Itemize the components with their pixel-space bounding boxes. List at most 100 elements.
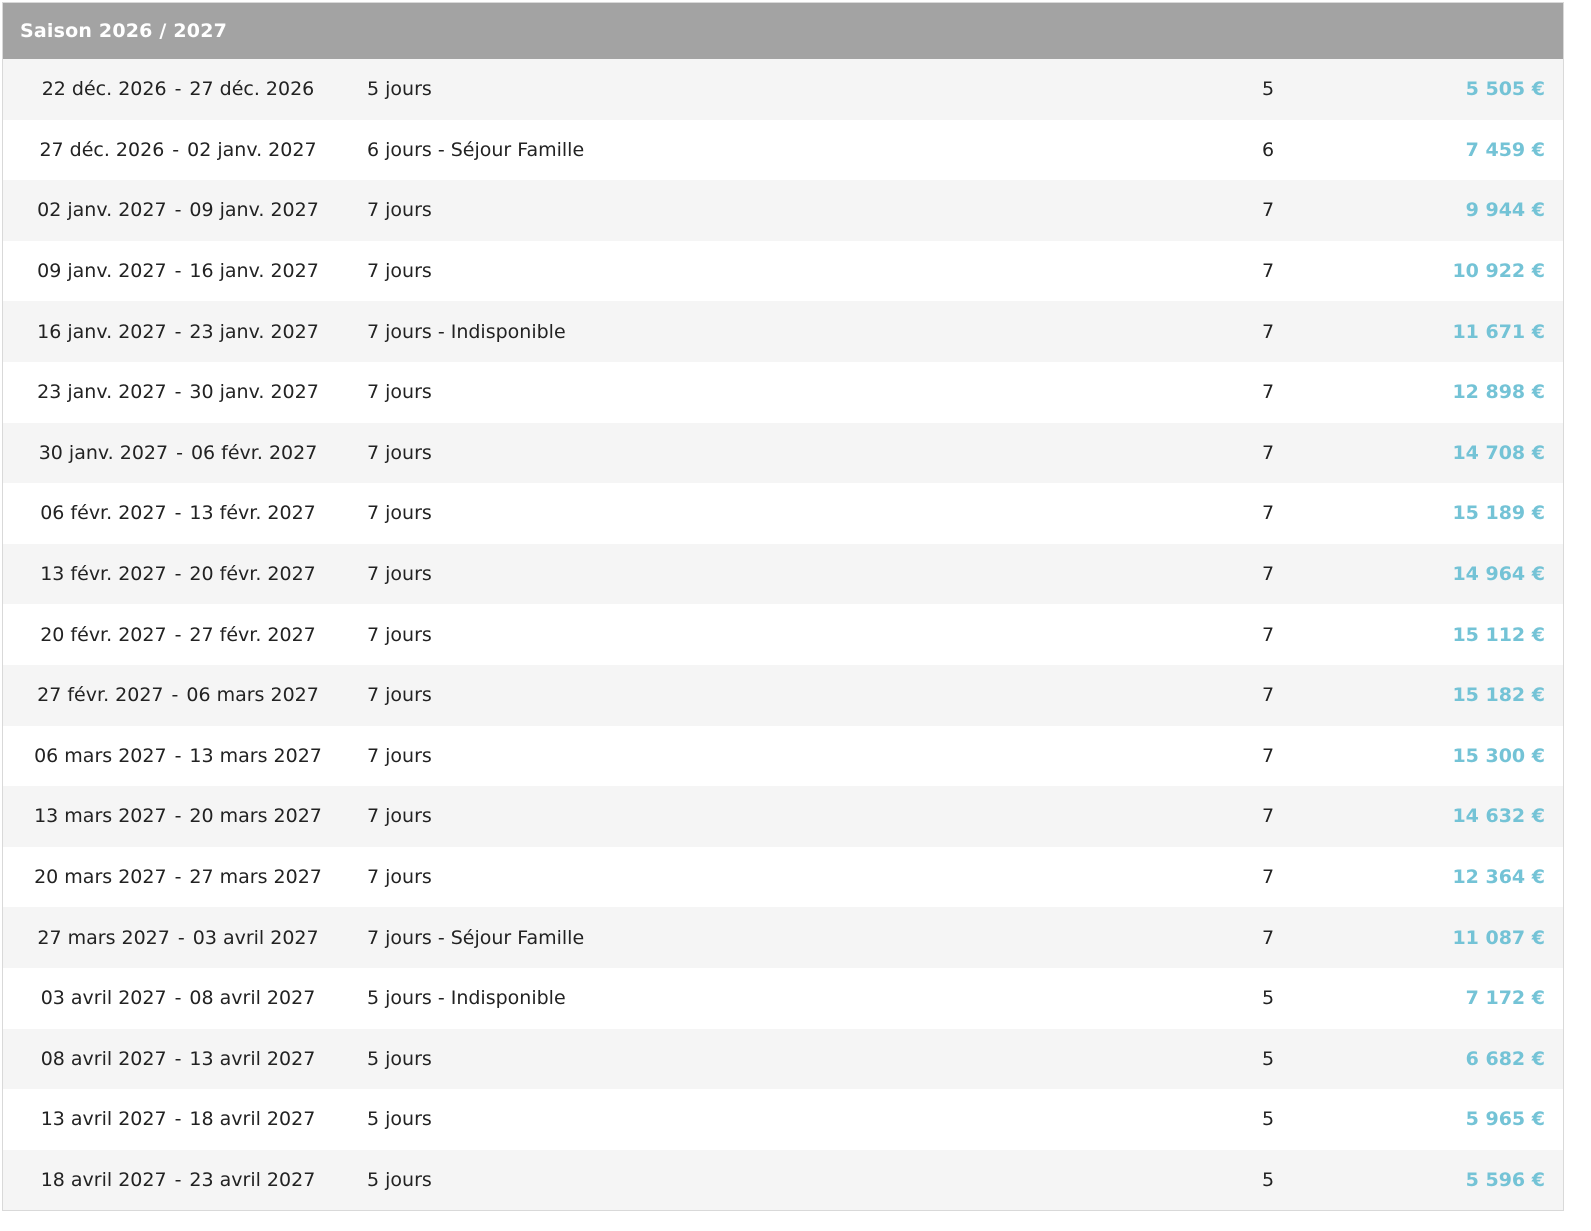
end-date: 06 févr. 2027 bbox=[190, 441, 318, 464]
date-range: 27 févr. 2027-06 mars 2027 bbox=[3, 684, 353, 706]
date-separator: - bbox=[174, 623, 182, 646]
nights-count: 5 bbox=[1261, 78, 1275, 101]
end-date: 13 févr. 2027 bbox=[189, 502, 316, 525]
end-date: 18 avril 2027 bbox=[189, 1108, 316, 1131]
price-row[interactable]: 16 janv. 2027-23 janv. 2027 7 jours - Ind… bbox=[3, 301, 1563, 362]
end-date: 27 déc. 2026 bbox=[189, 78, 315, 101]
end-date: 23 janv. 2027 bbox=[189, 320, 319, 343]
end-date: 06 mars 2027 bbox=[186, 684, 319, 707]
price[interactable]: 7 172 € bbox=[1323, 987, 1563, 1009]
nights-count: 7 bbox=[1261, 320, 1275, 343]
price-row[interactable]: 27 déc. 2026-02 janv. 2027 6 jours - Séjo… bbox=[3, 119, 1563, 181]
date-range: 06 mars 2027-13 mars 2027 bbox=[3, 745, 353, 767]
start-date: 13 févr. 2027 bbox=[40, 563, 167, 586]
date-range: 27 mars 2027-03 avril 2027 bbox=[3, 927, 353, 949]
end-date: 13 avril 2027 bbox=[189, 1047, 316, 1070]
price[interactable]: 14 708 € bbox=[1323, 442, 1563, 464]
end-date: 08 avril 2027 bbox=[189, 987, 316, 1010]
price-row[interactable]: 13 avril 2027-18 avril 2027 5 jours 5 5 965… bbox=[3, 1089, 1563, 1150]
date-separator: - bbox=[174, 1168, 182, 1191]
stay-label: 7 jours bbox=[367, 260, 432, 283]
date-range: 02 janv. 2027-09 janv. 2027 bbox=[3, 199, 353, 221]
price-row[interactable]: 20 mars 2027-27 mars 2027 7 jours 7 12 364 … bbox=[3, 846, 1563, 908]
price[interactable]: 15 182 € bbox=[1323, 684, 1563, 706]
nights-count: 5 bbox=[1261, 1108, 1275, 1131]
date-separator: - bbox=[177, 926, 185, 949]
price-row[interactable]: 18 avril 2027-23 avril 2027 5 jours 5 5 596… bbox=[3, 1149, 1563, 1211]
stay-label: 5 jours bbox=[367, 1047, 432, 1070]
price-row[interactable]: 13 févr. 2027-20 févr. 2027 7 jours 7 14 96… bbox=[3, 543, 1563, 605]
end-date: 23 avril 2027 bbox=[189, 1168, 316, 1191]
price[interactable]: 14 964 € bbox=[1323, 563, 1563, 585]
nights-count: 7 bbox=[1261, 441, 1275, 464]
date-separator: - bbox=[174, 987, 182, 1010]
price-row[interactable]: 09 janv. 2027-16 janv. 2027 7 jours 7 10 92… bbox=[3, 240, 1563, 302]
price-row[interactable]: 08 avril 2027-13 avril 2027 5 jours 5 6 682… bbox=[3, 1028, 1563, 1090]
stay-label: 7 jours - Séjour Famille bbox=[367, 926, 585, 949]
date-range: 13 mars 2027-20 mars 2027 bbox=[3, 805, 353, 827]
date-separator: - bbox=[174, 320, 182, 343]
price-row[interactable]: 13 mars 2027-20 mars 2027 7 jours 7 14 632 … bbox=[3, 786, 1563, 847]
price-row[interactable]: 06 mars 2027-13 mars 2027 7 jours 7 15 300 … bbox=[3, 725, 1563, 787]
price[interactable]: 6 682 € bbox=[1323, 1048, 1563, 1070]
price[interactable]: 14 632 € bbox=[1323, 805, 1563, 827]
price[interactable]: 12 898 € bbox=[1323, 381, 1563, 403]
price[interactable]: 12 364 € bbox=[1323, 866, 1563, 888]
season-header: Saison 2026 / 2027 bbox=[3, 3, 1563, 59]
price[interactable]: 15 112 € bbox=[1323, 624, 1563, 646]
stay-label: 7 jours bbox=[367, 684, 432, 707]
date-range: 13 févr. 2027-20 févr. 2027 bbox=[3, 563, 353, 585]
date-separator: - bbox=[174, 1108, 182, 1131]
price-row[interactable]: 27 mars 2027-03 avril 2027 7 jours - Séjo… bbox=[3, 907, 1563, 968]
price[interactable]: 15 189 € bbox=[1323, 502, 1563, 524]
stay-label: 7 jours bbox=[367, 441, 432, 464]
nights-count: 7 bbox=[1261, 684, 1275, 707]
price[interactable]: 11 087 € bbox=[1323, 927, 1563, 949]
price[interactable]: 5 596 € bbox=[1323, 1169, 1563, 1191]
date-separator: - bbox=[174, 381, 182, 404]
start-date: 20 févr. 2027 bbox=[40, 623, 167, 646]
price[interactable]: 9 944 € bbox=[1323, 199, 1563, 221]
price-row[interactable]: 27 févr. 2027-06 mars 2027 7 jours 7 15 182… bbox=[3, 664, 1563, 726]
price[interactable]: 15 300 € bbox=[1323, 745, 1563, 767]
stay-label: 7 jours bbox=[367, 805, 432, 828]
price[interactable]: 11 671 € bbox=[1323, 321, 1563, 343]
start-date: 27 févr. 2027 bbox=[37, 684, 164, 707]
price-row[interactable]: 22 déc. 2026-27 déc. 2026 5 jours 5 5 505 € bbox=[3, 59, 1563, 120]
start-date: 08 avril 2027 bbox=[40, 1047, 167, 1070]
start-date: 13 avril 2027 bbox=[40, 1108, 167, 1131]
price-row[interactable]: 20 févr. 2027-27 févr. 2027 7 jours 7 15 11… bbox=[3, 604, 1563, 665]
price-row[interactable]: 02 janv. 2027-09 janv. 2027 7 jours 7 9 944… bbox=[3, 180, 1563, 241]
price-row[interactable]: 23 janv. 2027-30 janv. 2027 7 jours 7 12 89… bbox=[3, 361, 1563, 423]
date-separator: - bbox=[174, 502, 182, 525]
price[interactable]: 5 505 € bbox=[1323, 78, 1563, 100]
price[interactable]: 5 965 € bbox=[1323, 1108, 1563, 1130]
stay-label: 7 jours - Indisponible bbox=[367, 320, 566, 343]
start-date: 20 mars 2027 bbox=[34, 866, 167, 889]
price[interactable]: 10 922 € bbox=[1323, 260, 1563, 282]
price-row[interactable]: 06 févr. 2027-13 févr. 2027 7 jours 7 15 18… bbox=[3, 483, 1563, 544]
end-date: 20 mars 2027 bbox=[189, 805, 322, 828]
nights-count: 7 bbox=[1261, 502, 1275, 525]
nights-count: 7 bbox=[1261, 260, 1275, 283]
price-row[interactable]: 30 janv. 2027-06 févr. 2027 7 jours 7 14 70… bbox=[3, 422, 1563, 484]
date-range: 06 févr. 2027-13 févr. 2027 bbox=[3, 502, 353, 524]
start-date: 03 avril 2027 bbox=[40, 987, 167, 1010]
stay-label: 7 jours bbox=[367, 563, 432, 586]
date-range: 20 mars 2027-27 mars 2027 bbox=[3, 866, 353, 888]
nights-count: 7 bbox=[1261, 926, 1275, 949]
start-date: 23 janv. 2027 bbox=[37, 381, 167, 404]
nights-count: 7 bbox=[1261, 866, 1275, 889]
date-range: 03 avril 2027-08 avril 2027 bbox=[3, 987, 353, 1009]
nights-count: 6 bbox=[1261, 138, 1275, 161]
start-date: 09 janv. 2027 bbox=[37, 260, 167, 283]
start-date: 16 janv. 2027 bbox=[37, 320, 167, 343]
end-date: 20 févr. 2027 bbox=[189, 563, 316, 586]
nights-count: 7 bbox=[1261, 563, 1275, 586]
stay-label: 6 jours - Séjour Famille bbox=[367, 138, 585, 161]
end-date: 13 mars 2027 bbox=[189, 744, 322, 767]
price-row[interactable]: 03 avril 2027-08 avril 2027 5 jours - Ind… bbox=[3, 967, 1563, 1029]
price[interactable]: 7 459 € bbox=[1323, 139, 1563, 161]
stay-label: 7 jours bbox=[367, 744, 432, 767]
date-separator: - bbox=[174, 78, 182, 101]
